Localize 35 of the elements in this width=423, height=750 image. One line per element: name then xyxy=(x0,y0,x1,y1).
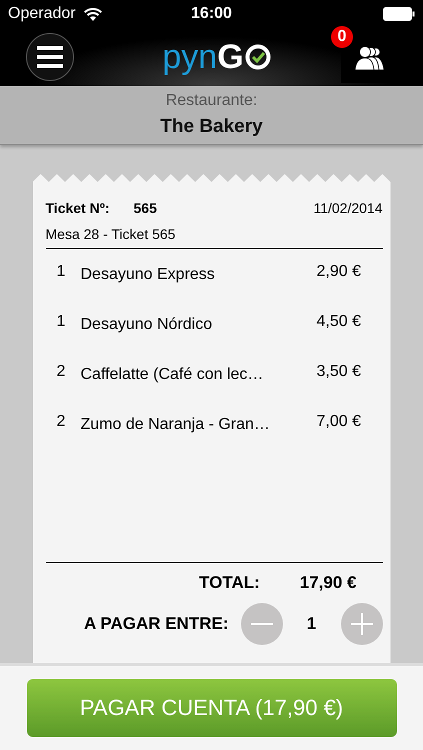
split-count: 1 xyxy=(306,614,318,634)
ticket-number: 565 xyxy=(134,200,158,216)
item-name: Caffelatte (Café con lec… xyxy=(80,365,264,384)
item-quantity: 2 xyxy=(56,413,66,431)
item-quantity: 1 xyxy=(56,313,66,331)
people-icon xyxy=(355,46,385,70)
item-price: 2,90 € xyxy=(316,263,362,281)
item-price: 3,50 € xyxy=(316,363,362,381)
logo-text: pyn xyxy=(162,40,218,74)
clock-time: 16:00 xyxy=(191,5,232,23)
ticket-subtitle: Mesa 28 - Ticket 565 xyxy=(46,226,176,242)
plus-icon xyxy=(350,613,372,635)
menu-button[interactable] xyxy=(26,33,74,81)
menu-icon xyxy=(37,46,63,68)
wifi-icon xyxy=(84,8,102,20)
item-name: Desayuno Nórdico xyxy=(80,315,214,334)
total-label: TOTAL: xyxy=(199,573,260,593)
ticket-date: 11/02/2014 xyxy=(313,200,382,216)
item-quantity: 2 xyxy=(56,363,66,381)
split-label: A PAGAR ENTRE: xyxy=(84,614,228,634)
restaurant-label: Restaurante: xyxy=(166,92,258,110)
item-price: 7,00 € xyxy=(316,413,362,431)
total-amount: 17,90 € xyxy=(300,573,356,593)
restaurant-name: The Bakery xyxy=(160,116,263,138)
minus-icon xyxy=(250,623,272,625)
item-name: Zumo de Naranja - Gran… xyxy=(80,415,271,434)
pay-button[interactable]: PAGAR CUENTA (17,90 €) xyxy=(26,679,396,737)
item-quantity: 1 xyxy=(56,263,66,281)
item-price: 4,50 € xyxy=(316,313,362,331)
ticket-number-label: Ticket Nº: xyxy=(46,200,110,216)
item-name: Desayuno Express xyxy=(80,265,216,284)
check-circle-icon xyxy=(244,44,271,70)
battery-icon xyxy=(382,7,415,21)
logo-text: G xyxy=(217,40,244,74)
carrier-name: Operador xyxy=(8,5,76,23)
